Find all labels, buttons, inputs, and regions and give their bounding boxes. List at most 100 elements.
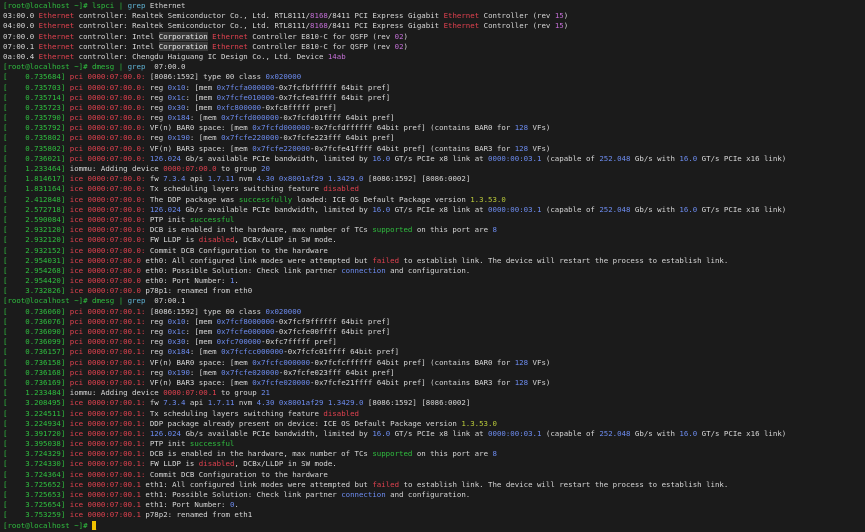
terminal-text: 0x7fcfd000000	[252, 123, 311, 133]
terminal-text: [ 2.590084]	[3, 214, 70, 224]
terminal-text: [ 2.572718]	[3, 204, 70, 214]
terminal-line: [ 2.954420] ice 0000:07:00.0 eth0: Port …	[3, 276, 862, 286]
terminal-text: 15	[554, 11, 564, 21]
terminal-text: and configuration.	[385, 490, 471, 499]
terminal-line: [root@localhost ~]# dmesg | grep 07:00.0	[3, 62, 862, 72]
terminal-text: [ 3.753259]	[3, 510, 70, 520]
terminal-text: [ 0.735723]	[3, 102, 70, 112]
terminal-text: VF(n) BAR3 space: [mem	[149, 377, 253, 387]
terminal-text: pci 0000:07:00.0:	[69, 102, 150, 112]
terminal-line: [ 3.724329] ice 0000:07:00.1: DCB is ena…	[3, 449, 862, 459]
terminal-text: 0x7fcf8000000	[216, 316, 275, 326]
terminal-text: Commit DCB Configuration to the hardware	[149, 245, 328, 255]
terminal-text: reg	[149, 337, 168, 347]
terminal-line: [ 3.725652] ice 0000:07:00.1 eth1: All c…	[3, 480, 862, 490]
terminal-line: [ 3.732826] ice 0000:07:00.0 p78p1: rena…	[3, 286, 862, 296]
terminal-text: and configuration.	[385, 265, 471, 275]
terminal-text: ice 0000:07:00.1:	[69, 408, 150, 418]
terminal-text: 07:00.0	[3, 31, 39, 41]
terminal-text: controller: Realtek Semiconductor Co., L…	[74, 11, 311, 21]
terminal-text: GT/s PCIe x16 link)	[697, 204, 787, 214]
terminal-text: loaded: ICE OS Default Package version	[292, 194, 471, 204]
terminal-text: eth0: Possible Solution: Check link part…	[145, 265, 342, 275]
terminal-text: disabled	[198, 235, 235, 245]
terminal-text: 4.30	[256, 398, 275, 408]
terminal-text: pci 0000:07:00.1:	[69, 316, 150, 326]
terminal-text: ice 0000:07:00.1	[69, 479, 146, 489]
terminal-text: : [mem	[189, 347, 222, 357]
terminal-text: ice 0000:07:00.0:	[69, 204, 150, 214]
terminal-text: ice 0000:07:00.1	[69, 500, 146, 510]
terminal-text: [ 0.735790]	[3, 113, 70, 123]
terminal-line: [ 0.736157] pci 0000:07:00.1: reg 0x184:…	[3, 347, 862, 357]
terminal-text: [root@localhost ~]# lspci |	[3, 1, 128, 10]
terminal-text: 21	[261, 388, 271, 398]
terminal-text: 16.0	[372, 204, 391, 214]
terminal-text: Gb/s available PCIe bandwidth, limited b…	[181, 428, 373, 438]
terminal-text: 16.0	[679, 428, 698, 438]
terminal-text: 0x7fcfe020000	[221, 367, 279, 377]
terminal-text: Tx scheduling layers switching feature	[149, 184, 324, 194]
terminal-text: pci 0000:07:00.1:	[69, 377, 150, 387]
terminal-text: Ethernet	[443, 11, 480, 21]
terminal-line: 0a:00.4 Ethernet controller: Chengdu Hai…	[3, 52, 862, 62]
terminal-text: [ 2.954031]	[3, 255, 70, 265]
terminal-text: 126.024	[149, 428, 181, 438]
terminal-text: [root@localhost ~]# dmesg |	[3, 62, 128, 72]
terminal-text: pci 0000:07:00.0:	[69, 143, 150, 153]
terminal-text: [ 3.724330]	[3, 459, 70, 469]
terminal-text: )	[563, 21, 569, 31]
terminal-text: 8	[492, 225, 497, 235]
terminal-line: [ 2.932120] ice 0000:07:00.0: DCB is ena…	[3, 225, 862, 235]
terminal-text: [ 0.736021]	[3, 153, 70, 163]
terminal-text: 4.30	[256, 174, 275, 184]
terminal-text: [ 1.233484]	[3, 388, 70, 398]
terminal-text: [ 2.932120]	[3, 225, 70, 235]
terminal-line: [ 3.724330] ice 0000:07:00.1: FW LLDP is…	[3, 459, 862, 469]
terminal-text: ice 0000:07:00.1:	[69, 428, 150, 438]
terminal-text: on this port are	[412, 449, 493, 459]
terminal-text: pci 0000:07:00.1:	[69, 357, 150, 367]
terminal-text: to establish link. The device will resta…	[399, 255, 729, 265]
terminal-text: Gb/s available PCIe bandwidth, limited b…	[181, 153, 373, 163]
terminal-text: fw	[149, 174, 164, 184]
terminal-line: 04:00.0 Ethernet controller: Realtek Sem…	[3, 21, 862, 31]
terminal-text: [ 1.831164]	[3, 184, 70, 194]
terminal-text: [ 0.735684]	[3, 72, 70, 82]
terminal-line: [ 0.735792] pci 0000:07:00.0: VF(n) BAR0…	[3, 123, 862, 133]
terminal-text: 0000:07:00.0	[163, 164, 217, 173]
terminal-text: to group	[216, 164, 262, 173]
terminal-text: [8086:1592] [8086:0002]	[363, 174, 471, 184]
terminal-text: Ethernet	[38, 51, 75, 61]
terminal-text: [ 2.954420]	[3, 276, 70, 286]
terminal-line: 03:00.0 Ethernet controller: Realtek Sem…	[3, 11, 862, 21]
terminal-text: successfully	[238, 194, 293, 204]
terminal-text: 0x190	[167, 133, 190, 143]
terminal-text: .	[234, 500, 239, 510]
terminal-output[interactable]: [root@localhost ~]# lspci | grep Etherne…	[0, 0, 865, 532]
terminal-text: , DCBx/LLDP in SW mode.	[234, 235, 337, 245]
terminal-text: eth0: Port Number:	[145, 276, 230, 286]
terminal-text: 252.048	[599, 428, 631, 438]
terminal-text: -0x7fcfcffffff 64bit pref] (contains BAR…	[310, 357, 515, 367]
terminal-text: grep	[127, 62, 146, 72]
terminal-text: (capable of	[541, 428, 600, 438]
terminal-text: VF(n) BAR0 space: [mem	[149, 357, 253, 367]
terminal-line: [root@localhost ~]# lspci | grep Etherne…	[3, 1, 862, 11]
terminal-text: [ 3.724364]	[3, 469, 70, 479]
terminal-line: 07:00.1 Ethernet controller: Intel Corpo…	[3, 41, 862, 52]
terminal-text: Commit DCB Configuration to the hardware	[149, 469, 328, 479]
terminal-text: GT/s PCIe x8 link at	[390, 153, 489, 163]
terminal-text: p78p2: renamed from eth1	[145, 510, 253, 520]
terminal-text: grep	[127, 1, 146, 10]
terminal-line: [root@localhost ~]# dmesg | grep 07:00.1	[3, 296, 862, 306]
terminal-text: Corporation	[158, 41, 208, 51]
terminal-text: -0xfc8fffff pref]	[261, 102, 337, 112]
terminal-line: [ 2.954031] ice 0000:07:00.0 eth0: All c…	[3, 256, 862, 266]
terminal-text: reg	[149, 367, 168, 377]
terminal-text: Controller (rev	[479, 11, 555, 21]
terminal-text: [ 0.735714]	[3, 92, 70, 102]
terminal-text: Ethernet	[38, 31, 75, 41]
terminal-text: 7.3.4	[163, 398, 186, 408]
terminal-text: [ 0.735802]	[3, 133, 70, 143]
